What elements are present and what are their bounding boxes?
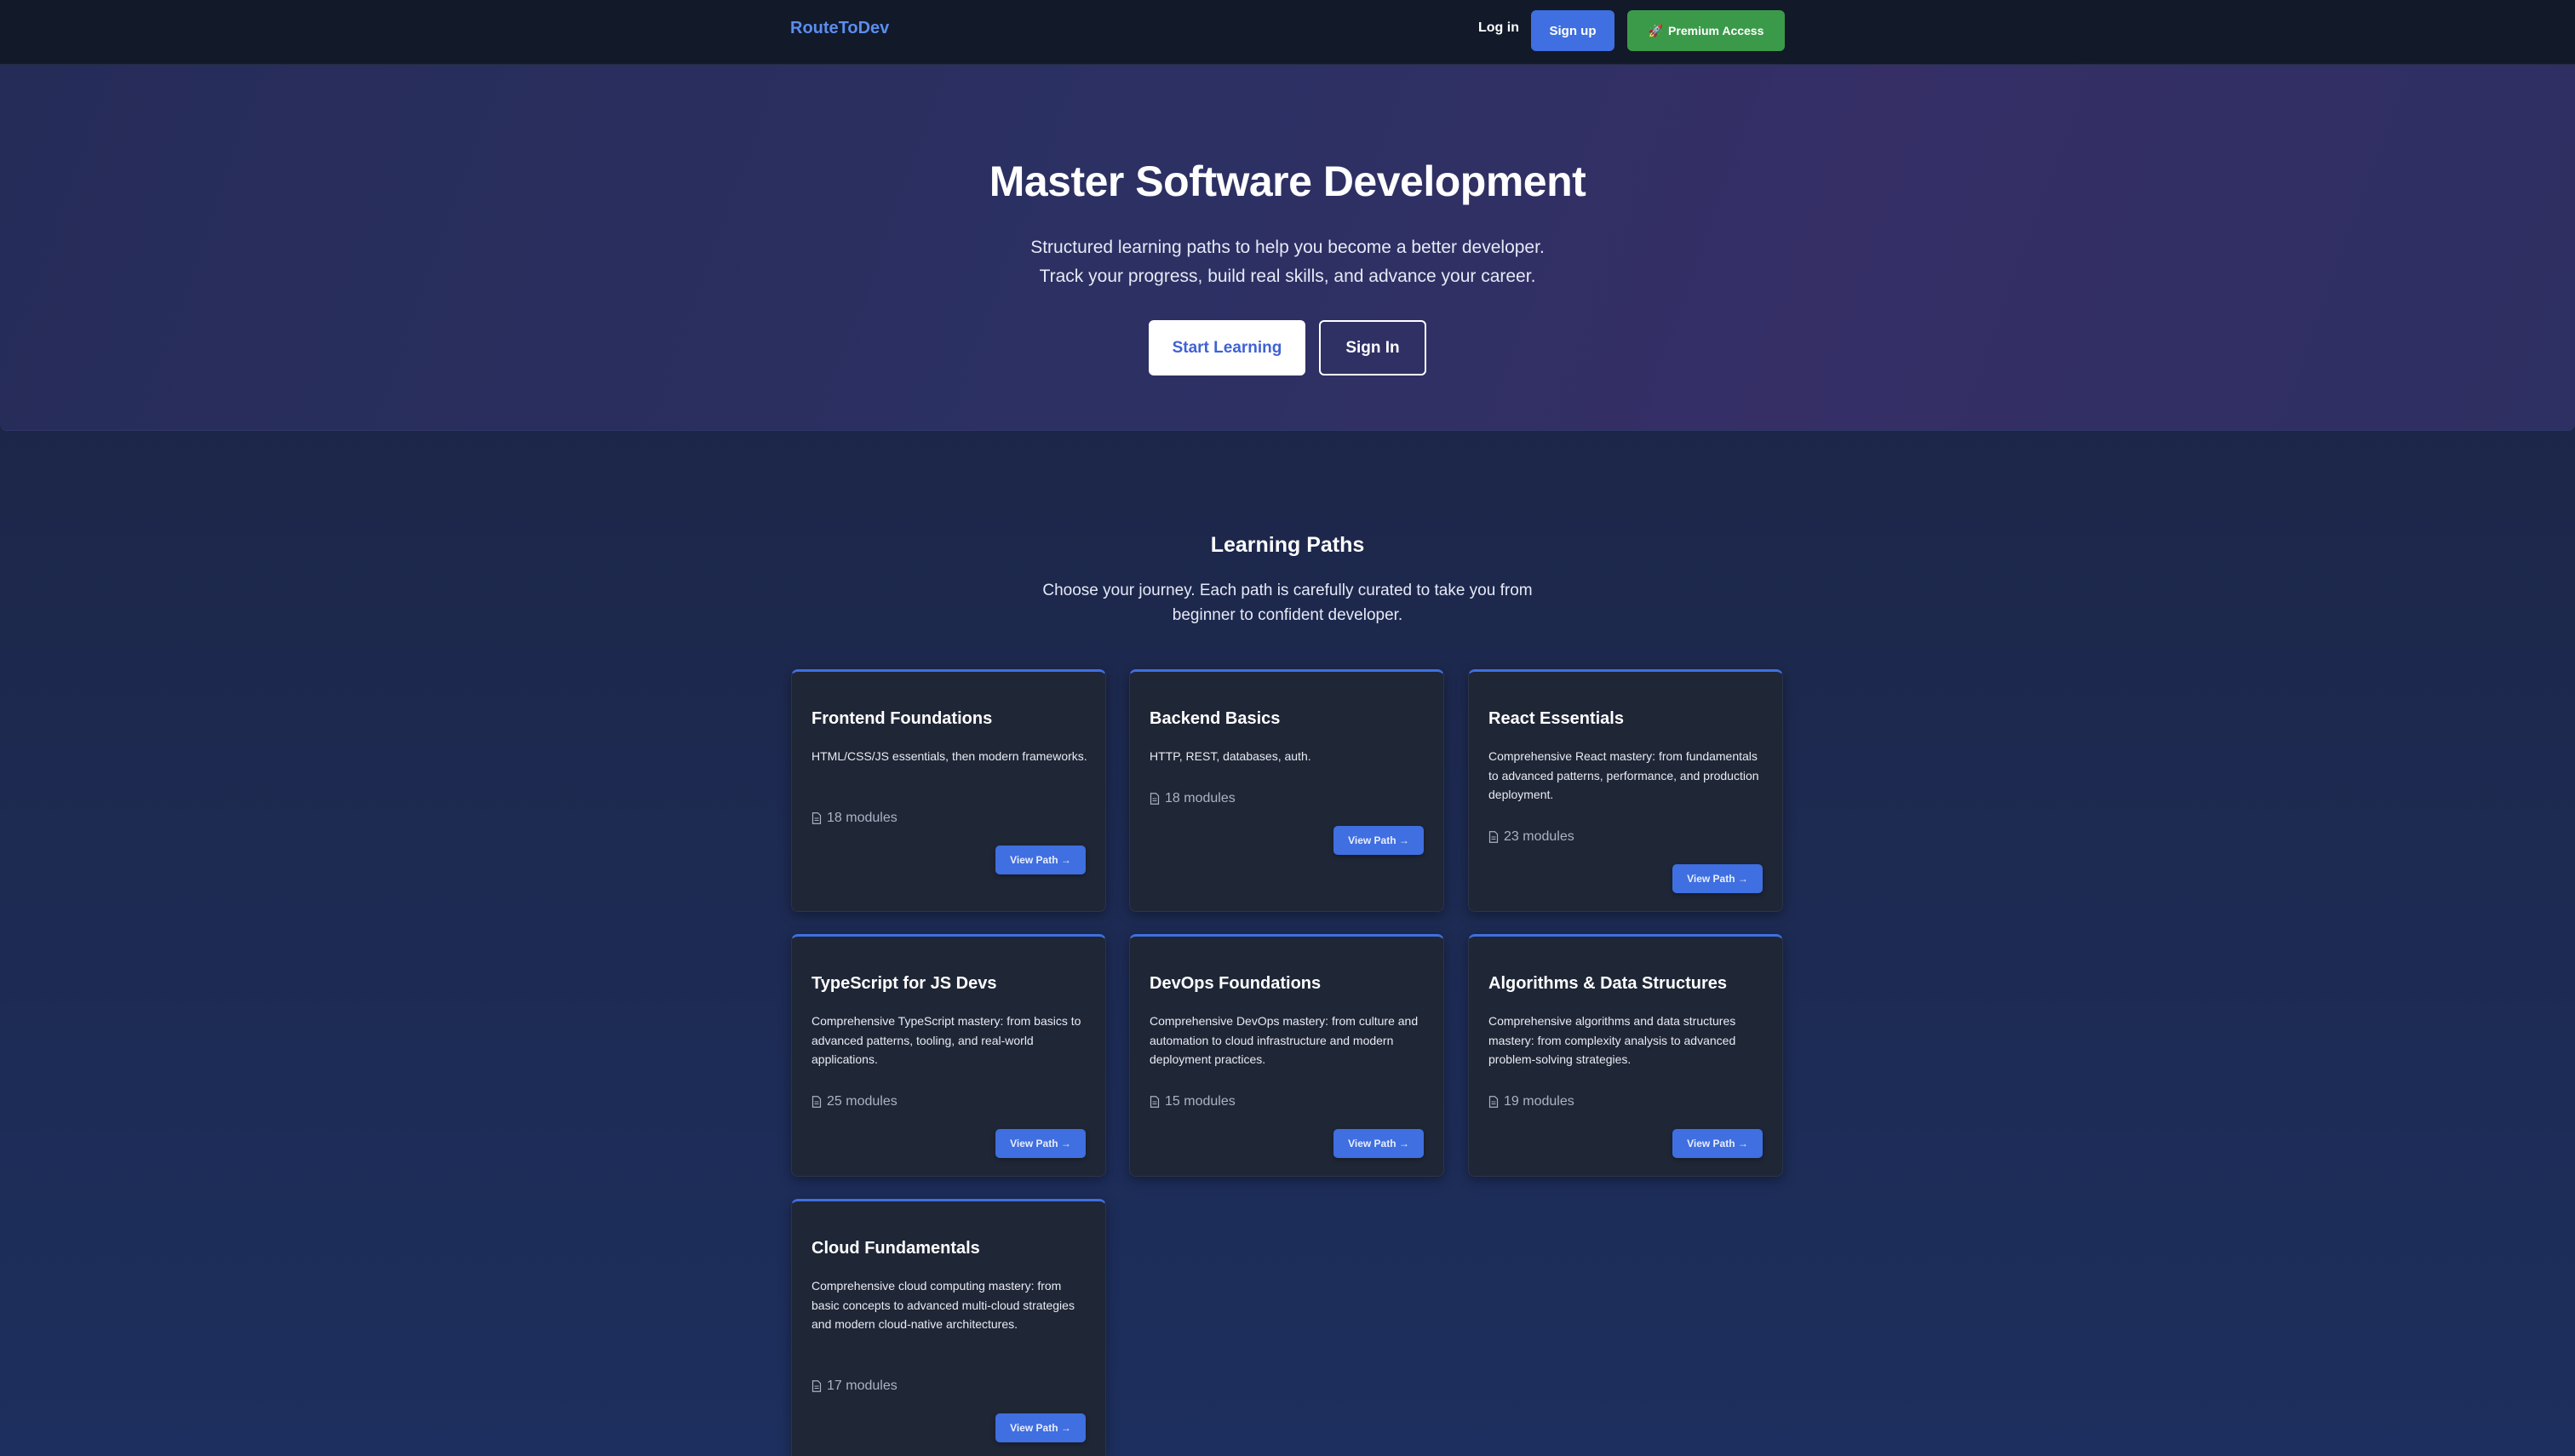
path-card-cloud-fundamentals[interactable]: Cloud Fundamentals Comprehensive cloud c… [791, 1199, 1106, 1456]
document-icon [811, 1380, 822, 1392]
view-path-button[interactable]: View Path → [995, 1413, 1086, 1442]
modules-count: 23 modules [1504, 829, 1574, 844]
view-path-button[interactable]: View Path → [995, 1129, 1086, 1158]
document-icon [811, 1096, 822, 1108]
path-card-description: HTTP, REST, databases, auth. [1150, 749, 1311, 763]
start-learning-button[interactable]: Start Learning [1149, 320, 1305, 375]
document-icon [1488, 1096, 1499, 1108]
document-icon [811, 812, 822, 824]
top-navbar: RouteToDev Log in Sign up 🚀 Premium Acce… [0, 0, 2575, 65]
path-card-title: TypeScript for JS Devs [811, 974, 997, 993]
modules-count: 17 modules [827, 1379, 898, 1393]
view-path-button[interactable]: View Path → [1672, 864, 1763, 893]
path-card-description: Comprehensive DevOps mastery: from cultu… [1150, 1014, 1419, 1066]
hero-subtitle-line-2: Track your progress, build real skills, … [1039, 267, 1536, 286]
login-link[interactable]: Log in [1478, 20, 1519, 36]
path-card-title: Frontend Foundations [811, 709, 993, 728]
path-card-modules: 18 modules [811, 811, 898, 826]
path-card-modules: 19 modules [1488, 1094, 1574, 1109]
path-card-description: Comprehensive TypeScript mastery: from b… [811, 1014, 1081, 1066]
document-icon [1150, 1096, 1160, 1108]
path-card-description: Comprehensive cloud computing mastery: f… [811, 1279, 1075, 1331]
view-path-button[interactable]: View Path → [1333, 1129, 1424, 1158]
rocket-icon: 🚀 [1648, 23, 1664, 37]
document-icon [1488, 831, 1499, 843]
path-card-modules: 18 modules [1150, 791, 1236, 806]
premium-access-button[interactable]: 🚀 Premium Access [1627, 10, 1785, 51]
path-card-typescript-for-js-devs[interactable]: TypeScript for JS Devs Comprehensive Typ… [791, 934, 1106, 1177]
hero-sign-in-button[interactable]: Sign In [1319, 320, 1426, 375]
path-card-devops-foundations[interactable]: DevOps Foundations Comprehensive DevOps … [1129, 934, 1444, 1177]
path-card-modules: 25 modules [811, 1094, 898, 1109]
path-card-react-essentials[interactable]: React Essentials Comprehensive React mas… [1468, 669, 1783, 912]
path-card-title: Algorithms & Data Structures [1488, 974, 1728, 993]
path-card-modules: 17 modules [811, 1379, 898, 1394]
path-card-description: Comprehensive React mastery: from fundam… [1488, 749, 1759, 801]
path-card-modules: 23 modules [1488, 829, 1574, 845]
brand-logo[interactable]: RouteToDev [790, 19, 889, 38]
modules-count: 18 modules [827, 811, 898, 825]
path-card-title: Backend Basics [1150, 709, 1281, 728]
modules-count: 18 modules [1165, 791, 1236, 805]
modules-count: 19 modules [1504, 1094, 1574, 1109]
learning-paths-title: Learning Paths [1210, 533, 1365, 557]
modules-count: 25 modules [827, 1094, 898, 1109]
view-path-button[interactable]: View Path → [995, 846, 1086, 874]
path-card-title: Cloud Fundamentals [811, 1239, 980, 1258]
hero-title: Master Software Development [989, 158, 1586, 205]
path-card-modules: 15 modules [1150, 1094, 1236, 1109]
signup-button[interactable]: Sign up [1531, 10, 1614, 51]
hero-subtitle-line-1: Structured learning paths to help you be… [1030, 238, 1545, 257]
modules-count: 15 modules [1165, 1094, 1236, 1109]
document-icon [1150, 793, 1160, 805]
learning-paths-subtitle: Choose your journey. Each path is carefu… [1042, 582, 1533, 624]
path-card-algorithms-data-structures[interactable]: Algorithms & Data Structures Comprehensi… [1468, 934, 1783, 1177]
path-card-description: Comprehensive algorithms and data struct… [1488, 1014, 1736, 1066]
path-card-description: HTML/CSS/JS essentials, then modern fram… [811, 749, 1087, 763]
path-card-backend-basics[interactable]: Backend Basics HTTP, REST, databases, au… [1129, 669, 1444, 912]
hero-section: Master Software Development Structured l… [0, 65, 2575, 431]
view-path-button[interactable]: View Path → [1333, 826, 1424, 855]
view-path-button[interactable]: View Path → [1672, 1129, 1763, 1158]
premium-access-label: Premium Access [1668, 24, 1764, 37]
path-card-title: DevOps Foundations [1150, 974, 1322, 993]
path-card-title: React Essentials [1488, 709, 1624, 728]
path-card-frontend-foundations[interactable]: Frontend Foundations HTML/CSS/JS essenti… [791, 669, 1106, 912]
